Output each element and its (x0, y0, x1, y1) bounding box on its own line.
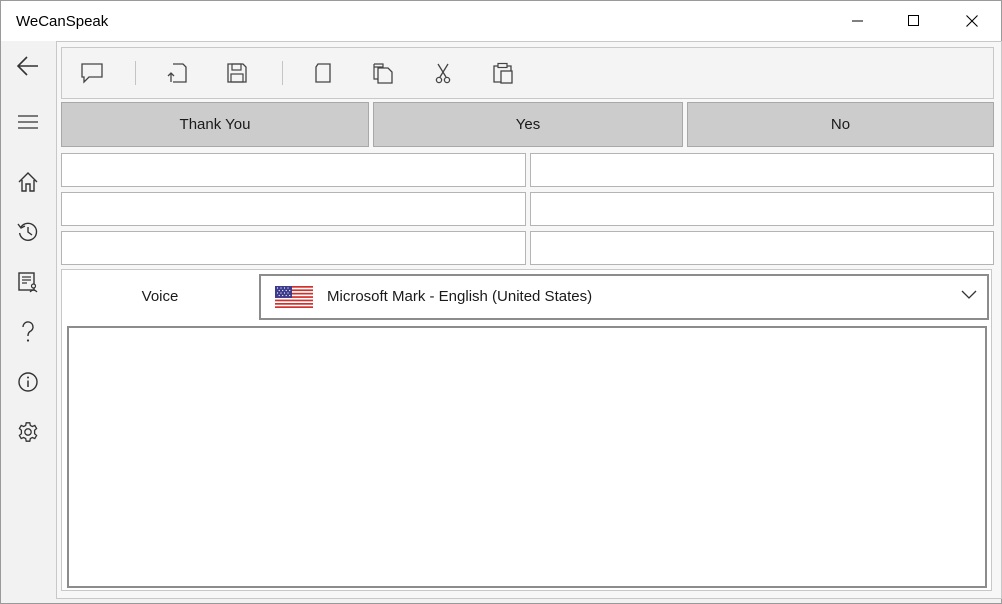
voice-selected-value: Microsoft Mark - English (United States) (327, 288, 593, 305)
chevron-down-icon (961, 290, 977, 299)
maximize-icon (908, 15, 919, 26)
phrase-slot[interactable] (530, 231, 994, 265)
hamburger-menu-icon (18, 115, 38, 129)
speech-text-area[interactable] (67, 326, 987, 588)
sidebar-item-home[interactable] (1, 162, 55, 202)
close-button[interactable] (949, 1, 995, 41)
paste-icon (493, 62, 513, 84)
save-icon (227, 63, 247, 83)
sidebar (1, 41, 55, 603)
voice-label: Voice (141, 287, 179, 305)
phrase-slot[interactable] (530, 192, 994, 226)
history-icon (17, 222, 38, 241)
new-document-icon (315, 63, 331, 83)
cut-icon (435, 63, 451, 84)
paste-button[interactable] (486, 58, 520, 88)
question-mark-icon (22, 321, 34, 342)
copy-button[interactable] (366, 58, 400, 88)
us-flag-icon (275, 286, 313, 308)
minimize-button[interactable] (835, 1, 881, 41)
open-button[interactable] (160, 58, 194, 88)
sidebar-item-about[interactable] (1, 362, 55, 402)
save-button[interactable] (220, 58, 254, 88)
back-arrow-icon (16, 56, 38, 76)
thank-you-button[interactable]: Thank You (61, 102, 369, 147)
hamburger-menu-button[interactable] (1, 102, 55, 142)
back-button[interactable] (1, 46, 55, 86)
cut-button[interactable] (426, 58, 460, 88)
phrase-slot[interactable] (61, 153, 526, 187)
close-icon (966, 15, 978, 27)
sidebar-item-settings[interactable] (1, 412, 55, 452)
home-icon (18, 172, 38, 192)
phrase-slot[interactable] (61, 192, 526, 226)
sidebar-item-help[interactable] (1, 312, 55, 352)
main-content: Thank You Yes No Voice Microsoft Mark - … (56, 41, 1002, 599)
voice-dropdown[interactable]: Microsoft Mark - English (United States) (259, 274, 989, 320)
voice-panel: Voice Microsoft Mark - English (United S… (61, 269, 992, 591)
yes-button[interactable]: Yes (373, 102, 683, 147)
speech-bubble-icon (81, 63, 103, 84)
gear-icon (18, 422, 38, 442)
app-window: WeCanSpeak Thank You Yes No Voice Micros… (0, 0, 1002, 604)
toolbar-separator (135, 61, 136, 85)
phrase-slot[interactable] (530, 153, 994, 187)
title-bar: WeCanSpeak (1, 1, 1001, 41)
phrase-slot[interactable] (61, 231, 526, 265)
minimize-icon (852, 20, 863, 22)
speak-button[interactable] (75, 58, 109, 88)
document-user-icon (18, 272, 38, 293)
maximize-button[interactable] (891, 1, 937, 41)
info-icon (18, 372, 38, 392)
sidebar-item-phrasebook[interactable] (1, 262, 55, 302)
new-button[interactable] (306, 58, 340, 88)
no-button[interactable]: No (687, 102, 994, 147)
toolbar (61, 47, 994, 99)
sidebar-item-history[interactable] (1, 212, 55, 252)
open-file-icon (167, 63, 187, 83)
toolbar-separator (282, 61, 283, 85)
copy-icon (373, 63, 393, 84)
app-title: WeCanSpeak (16, 13, 109, 30)
